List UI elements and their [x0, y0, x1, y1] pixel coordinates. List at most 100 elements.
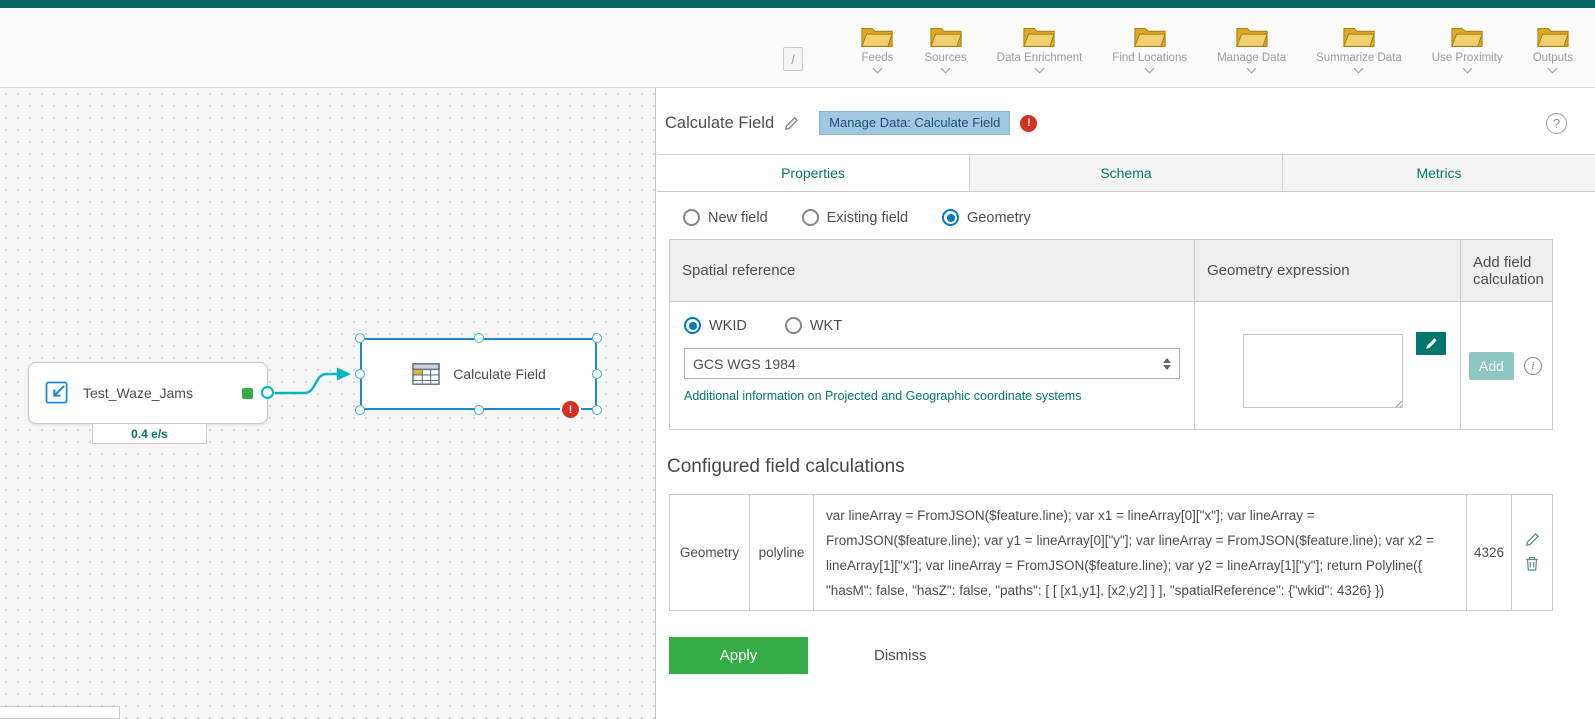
toolbar-item-outputs[interactable]: Outputs	[1532, 23, 1573, 74]
config-panel: Calculate Field Manage Data: Calculate F…	[657, 88, 1595, 719]
trash-icon	[1526, 556, 1538, 571]
calculation-actions-cell	[1511, 494, 1553, 611]
chevron-down-icon	[1354, 63, 1364, 74]
node-type-badge: Manage Data: Calculate Field	[819, 111, 1011, 135]
folder-icon	[1343, 27, 1375, 47]
feed-dataset-icon	[45, 381, 68, 404]
radio-label: WKID	[709, 317, 747, 334]
node-test-waze-jams[interactable]: Test_Waze_Jams	[28, 362, 274, 424]
calculation-type-cell: polyline	[749, 494, 814, 611]
toolbar-item-label: Sources	[924, 52, 967, 64]
folder-icon	[861, 27, 894, 47]
top-bar	[0, 0, 1595, 8]
chevron-down-icon	[940, 63, 951, 74]
shortcut-slash-button[interactable]: /	[783, 47, 803, 71]
toolbar-item-data-enrichment[interactable]: Data Enrichment	[997, 23, 1082, 74]
app-window: / Feeds Sources Data Enrichment Find Loc…	[0, 0, 1595, 719]
selection-handle[interactable]	[592, 369, 602, 379]
toolbar-item-label: Find Locations	[1112, 52, 1188, 64]
configured-calculations-heading: Configured field calculations	[667, 456, 905, 477]
panel-title: Calculate Field	[665, 113, 775, 132]
toolbar-item-feeds[interactable]: Feeds	[860, 23, 894, 74]
chevron-down-icon	[1547, 63, 1558, 74]
tab-metrics[interactable]: Metrics	[1282, 155, 1595, 191]
chevron-down-icon	[1034, 63, 1045, 74]
tab-properties[interactable]: Properties	[657, 155, 969, 191]
select-value: GCS WGS 1984	[693, 355, 796, 372]
radio-new-field[interactable]: New field	[683, 209, 768, 226]
toolbar-item-summarize-data[interactable]: Summarize Data	[1316, 23, 1402, 74]
spatial-reference-cell: WKID WKT GCS WGS 1984 Additional informa…	[669, 301, 1195, 430]
node-label: Test_Waze_Jams	[83, 385, 193, 401]
toolbar-item-manage-data[interactable]: Manage Data	[1217, 23, 1287, 74]
node-calculate-field[interactable]: Calculate Field !	[355, 333, 602, 418]
radio-selected-icon	[684, 317, 701, 334]
table-row: Geometry polyline var lineArray = FromJS…	[669, 494, 1553, 611]
toolbar-item-label: Summarize Data	[1316, 52, 1402, 64]
radio-icon	[683, 209, 700, 226]
geometry-expression-cell	[1194, 301, 1461, 430]
rename-pencil-button[interactable]	[784, 116, 799, 131]
status-indicator	[242, 387, 253, 399]
toolbar-item-label: Outputs	[1532, 52, 1573, 64]
info-icon[interactable]: i	[1523, 357, 1542, 375]
calculation-field-cell: Geometry	[669, 494, 750, 611]
canvas-overlay-box	[0, 706, 120, 719]
column-header-geometry-expression: Geometry expression	[1194, 239, 1461, 302]
radio-label: Geometry	[967, 209, 1031, 226]
add-calculation-button[interactable]: Add	[1469, 352, 1514, 380]
expression-editor-button[interactable]	[1416, 332, 1446, 355]
geometry-expression-input[interactable]	[1243, 334, 1403, 408]
radio-wkid[interactable]: WKID	[684, 317, 747, 334]
selection-handle[interactable]	[355, 333, 365, 343]
apply-button[interactable]: Apply	[669, 637, 808, 674]
pencil-icon	[785, 116, 799, 130]
selection-handle[interactable]	[473, 405, 484, 415]
radio-label: Existing field	[826, 209, 909, 226]
spatial-reference-select[interactable]: GCS WGS 1984	[684, 348, 1180, 379]
toolbar-item-sources[interactable]: Sources	[924, 23, 967, 74]
radio-geometry[interactable]: Geometry	[942, 209, 1031, 226]
edit-calculation-button[interactable]	[1525, 532, 1540, 550]
radio-wkt[interactable]: WKT	[784, 317, 843, 334]
folder-icon	[1235, 27, 1268, 47]
pipeline-canvas[interactable]: Test_Waze_Jams 0.4 e/s Calculate Field !	[0, 88, 656, 719]
chevron-down-icon	[1246, 63, 1257, 74]
field-type-options: New field Existing field Geometry	[683, 209, 1595, 226]
panel-tabs: Properties Schema Metrics	[657, 154, 1595, 192]
selection-handle[interactable]	[355, 369, 365, 379]
coordinate-systems-link[interactable]: Additional information on Projected and …	[684, 389, 1180, 403]
node-label: Calculate Field	[453, 366, 546, 382]
folder-icon	[1537, 27, 1569, 47]
toolbar-item-label: Feeds	[861, 52, 894, 64]
table-icon	[412, 363, 440, 385]
add-calculation-cell: Add i	[1460, 301, 1553, 430]
toolbar-item-label: Use Proximity	[1431, 52, 1503, 64]
toolbar-item-use-proximity[interactable]: Use Proximity	[1431, 23, 1503, 74]
radio-icon	[801, 209, 819, 226]
radio-existing-field[interactable]: Existing field	[801, 209, 909, 226]
panel-footer: Apply Dismiss	[669, 637, 1595, 674]
delete-calculation-button[interactable]	[1525, 556, 1539, 574]
selection-handle[interactable]	[473, 333, 484, 343]
folder-icon	[1133, 27, 1166, 47]
event-rate-value: 0.4 e/s	[131, 426, 168, 441]
chevron-down-icon	[872, 63, 883, 74]
toolbar: / Feeds Sources Data Enrichment Find Loc…	[0, 8, 1595, 88]
toolbar-item-find-locations[interactable]: Find Locations	[1112, 23, 1188, 74]
tab-schema[interactable]: Schema	[969, 155, 1282, 191]
calculation-expression-cell: var lineArray = FromJSON($feature.line);…	[813, 494, 1467, 611]
geometry-config-table: Spatial reference Geometry expression Ad…	[669, 239, 1553, 430]
selection-handle[interactable]	[592, 333, 602, 343]
output-port[interactable]	[261, 386, 274, 399]
selection-handle[interactable]	[592, 405, 602, 415]
dismiss-button[interactable]: Dismiss	[874, 647, 927, 664]
radio-label: WKT	[809, 317, 843, 334]
radio-selected-icon	[942, 209, 960, 226]
folder-icon	[1451, 27, 1484, 47]
selection-handle[interactable]	[355, 405, 365, 415]
toolbar-item-label: Manage Data	[1217, 52, 1287, 64]
column-header-spatial-reference: Spatial reference	[669, 239, 1195, 302]
add-calculation-group: Add i	[1469, 352, 1552, 380]
help-icon[interactable]: ?	[1546, 112, 1567, 134]
